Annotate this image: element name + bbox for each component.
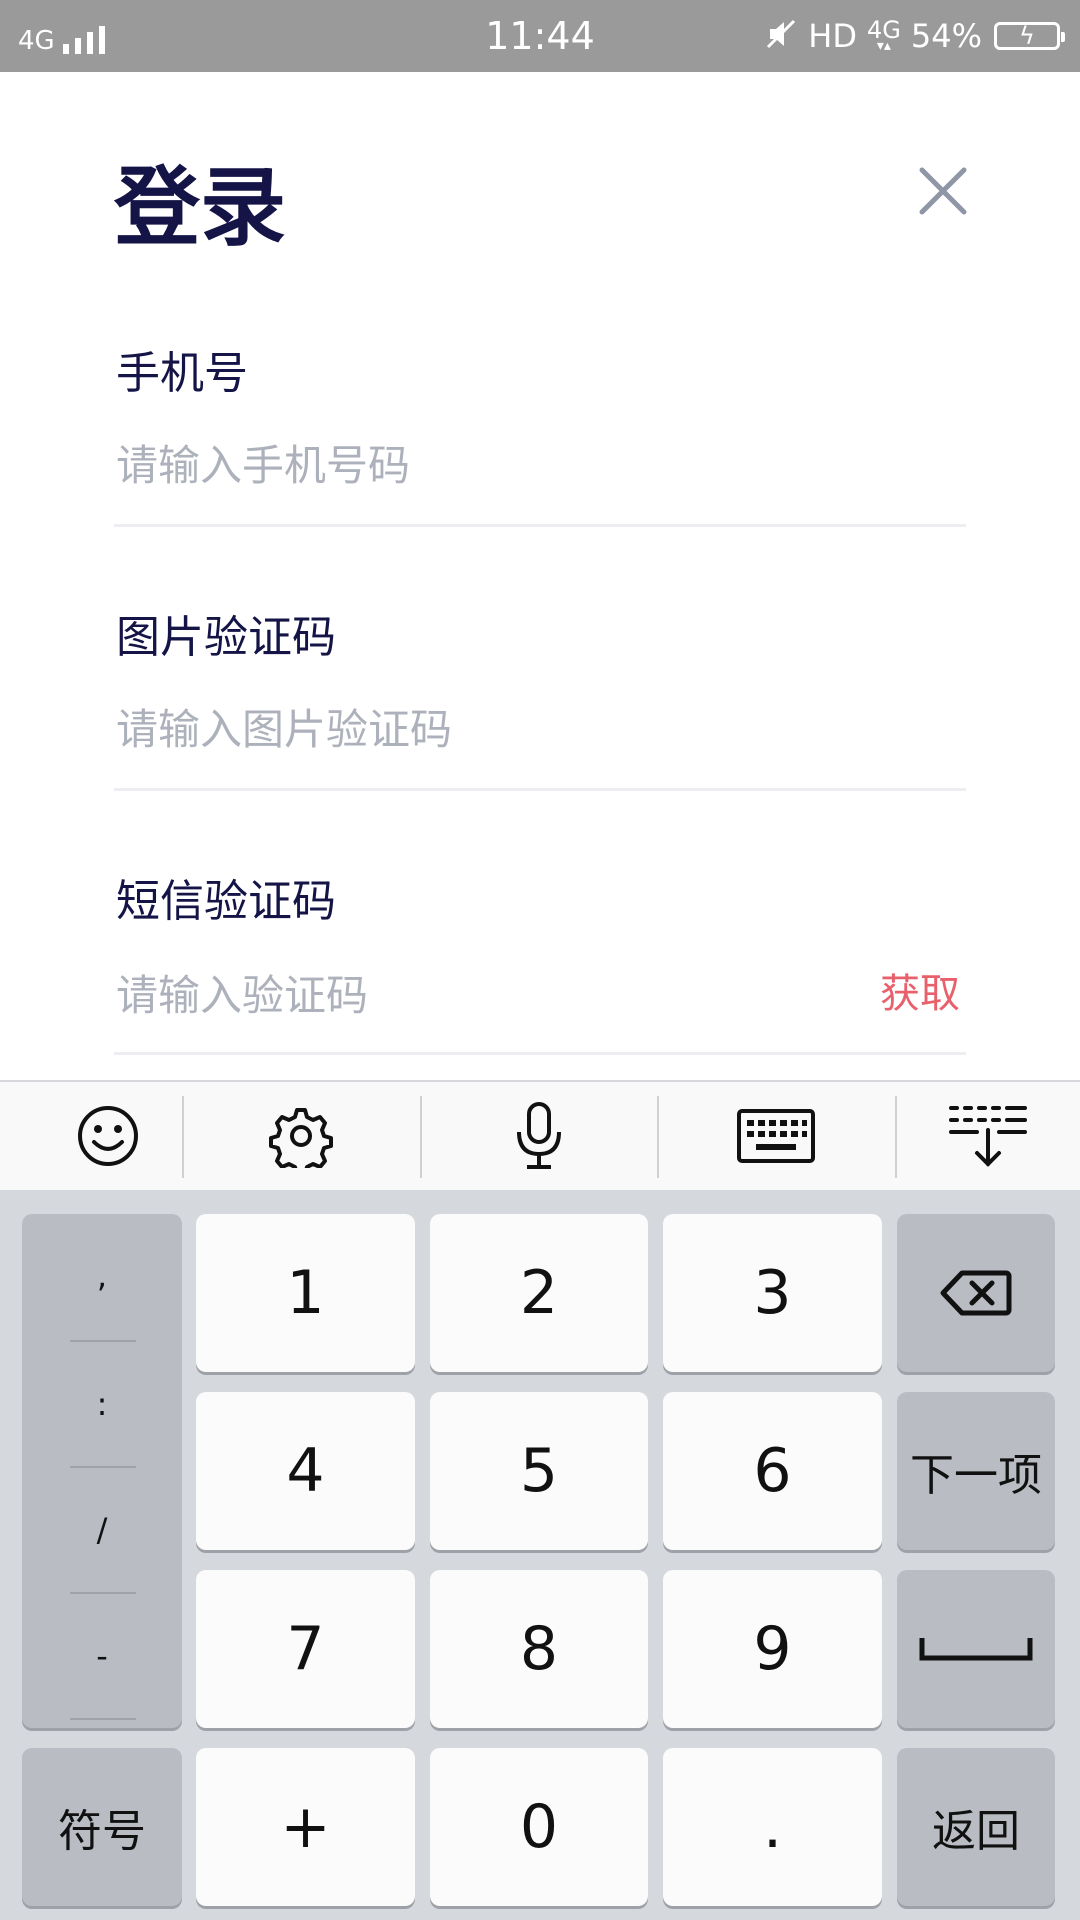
key-0[interactable]: 0 [430,1748,648,1906]
symbol-separator [70,1718,136,1720]
get-sms-code-button[interactable]: 获取 [880,966,960,1022]
settings-button[interactable] [193,1082,409,1190]
close-button[interactable] [910,158,976,224]
sms-code-underline [114,1052,966,1055]
key-4[interactable]: 4 [196,1392,415,1550]
key-comma[interactable]: , [22,1214,182,1338]
toolbar-divider [657,1096,659,1178]
settings-icon [269,1108,333,1168]
status-right: HD 4G ▾▴ 54% ϟ [764,16,1065,56]
keyboard-icon [737,1109,815,1163]
key-dash[interactable]: - [22,1594,182,1718]
close-icon [919,167,967,215]
space-key[interactable] [897,1570,1055,1728]
numeric-keyboard: , : / - 1 2 3 4 5 6 下一项 7 8 9 符号 + 0 . 返… [0,1190,1080,1920]
space-icon [919,1638,1033,1661]
key-dot[interactable]: . [663,1748,882,1906]
next-field-key[interactable]: 下一项 [897,1392,1055,1550]
phone-underline [114,524,966,527]
image-captcha-label: 图片验证码 [116,612,336,663]
key-slash[interactable]: / [22,1468,182,1592]
page-title: 登录 [114,158,286,258]
battery-charging-icon: ϟ [994,22,1065,50]
microphone-icon [517,1102,561,1169]
key-6[interactable]: 6 [663,1392,882,1550]
status-bar: 4G 11:44 HD 4G ▾▴ 54% ϟ [0,0,1080,72]
data-arrows-icon: ▾▴ [876,38,891,54]
phone-input[interactable] [116,436,856,496]
delete-key[interactable] [897,1214,1055,1372]
hide-keyboard-icon [949,1106,1027,1167]
hide-keyboard-button[interactable] [880,1082,1080,1190]
voice-input-button[interactable] [431,1082,647,1190]
symbols-key[interactable]: 符号 [22,1748,182,1906]
key-colon[interactable]: : [22,1342,182,1466]
keyboard-switch-button[interactable] [668,1082,884,1190]
mute-icon [764,17,798,55]
toolbar-divider [182,1096,184,1178]
key-5[interactable]: 5 [430,1392,648,1550]
hd-indicator: HD [808,17,857,55]
return-key[interactable]: 返回 [897,1748,1055,1906]
phone-label: 手机号 [116,348,248,399]
network-4g-indicator: 4G ▾▴ [867,16,901,54]
image-captcha-input[interactable] [116,700,856,760]
battery-percentage: 54% [910,17,982,55]
key-3[interactable]: 3 [663,1214,882,1372]
key-1[interactable]: 1 [196,1214,415,1372]
symbol-column: , : / - [22,1214,182,1728]
key-9[interactable]: 9 [663,1570,882,1728]
key-2[interactable]: 2 [430,1214,648,1372]
backspace-icon [940,1270,1012,1316]
key-8[interactable]: 8 [430,1570,648,1728]
network-4g-label: 4G [867,16,901,44]
toolbar-divider [420,1096,422,1178]
image-captcha-underline [114,788,966,791]
emoji-icon [78,1106,138,1166]
keyboard-toolbar [0,1080,1080,1190]
sms-code-label: 短信验证码 [116,876,336,927]
key-plus[interactable]: + [196,1748,415,1906]
charging-bolt-icon: ϟ [1019,22,1035,50]
key-7[interactable]: 7 [196,1570,415,1728]
sms-code-input[interactable] [116,966,856,1026]
